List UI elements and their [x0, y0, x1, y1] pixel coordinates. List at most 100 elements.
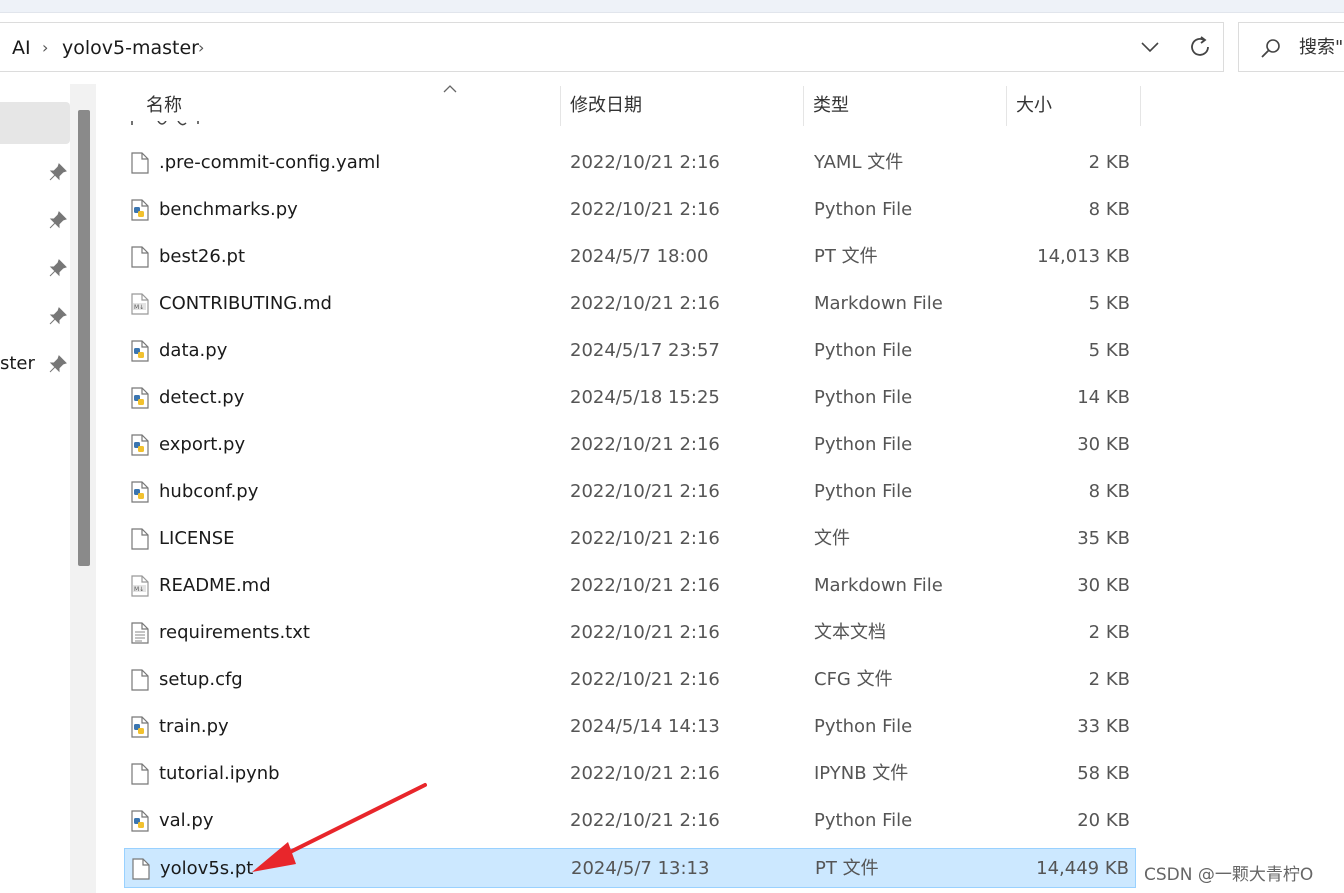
file-type: Python File [814, 481, 913, 502]
file-modified-date: 2024/5/18 15:25 [570, 387, 720, 408]
file-modified-date: 2022/10/21 2:16 [570, 199, 720, 220]
file-type: Python File [814, 434, 913, 455]
file-name: setup.cfg [159, 669, 243, 690]
sidebar-item-selected[interactable] [0, 102, 70, 144]
file-size: 30 KB [1077, 434, 1130, 455]
markdown-file-icon: M↓ [131, 293, 149, 315]
file-row[interactable]: data.py 2024/5/17 23:57 Python File 5 KB [124, 331, 1136, 371]
column-header-type[interactable]: 类型 [813, 94, 849, 118]
file-name: LICENSE [159, 528, 235, 549]
sidebar-scrollbar-thumb[interactable] [78, 110, 90, 566]
file-type: 文件 [814, 528, 850, 549]
file-size: 14,013 KB [1037, 246, 1130, 267]
file-row[interactable]: detect.py 2024/5/18 15:25 Python File 14 KB [124, 378, 1136, 418]
search-icon [1261, 39, 1280, 58]
file-size: 35 KB [1077, 528, 1130, 549]
file-row[interactable]: M↓ CONTRIBUTING.md 2022/10/21 2:16 Markdown… [124, 284, 1136, 324]
file-modified-date: 2022/10/21 2:16 [570, 575, 720, 596]
file-row[interactable]: benchmarks.py 2022/10/21 2:16 Python File 8… [124, 190, 1136, 230]
column-divider[interactable] [560, 86, 561, 126]
file-row[interactable]: requirements.txt 2022/10/21 2:16 文本文档 2 KB [124, 613, 1136, 653]
pin-icon[interactable] [48, 258, 68, 278]
file-modified-date: 2024/5/7 18:00 [570, 246, 709, 267]
file-size: 33 KB [1077, 716, 1130, 737]
blank-file-icon [131, 763, 149, 785]
python-file-icon [131, 481, 149, 503]
breadcrumb-expand-icon[interactable]: › [198, 36, 204, 60]
file-size: 8 KB [1088, 199, 1130, 220]
svg-text:M↓: M↓ [134, 586, 144, 593]
sidebar-item-label[interactable]: ster [0, 352, 35, 376]
file-size: 8 KB [1088, 481, 1130, 502]
python-file-icon [131, 387, 149, 409]
file-type: PT 文件 [815, 858, 879, 879]
file-size: 30 KB [1077, 575, 1130, 596]
file-row[interactable]: setup.cfg 2022/10/21 2:16 CFG 文件 2 KB [124, 660, 1136, 700]
file-modified-date: 2024/5/14 14:13 [570, 716, 720, 737]
breadcrumb-separator-icon[interactable]: › [42, 36, 48, 60]
file-row[interactable]: train.py 2024/5/14 14:13 Python File 33 KB [124, 707, 1136, 747]
file-name: requirements.txt [159, 622, 310, 643]
column-header-size[interactable]: 大小 [1016, 94, 1052, 118]
file-name: hubconf.py [159, 481, 259, 502]
file-size: 2 KB [1088, 622, 1130, 643]
pin-icon[interactable] [48, 306, 68, 326]
file-type: IPYNB 文件 [814, 763, 909, 784]
breadcrumb-item-yolov5-master[interactable]: yolov5-master [62, 36, 199, 60]
python-file-icon [131, 716, 149, 738]
column-header-name[interactable]: 名称 [146, 94, 182, 118]
address-bar[interactable]: AI › yolov5-master › [0, 22, 1224, 72]
search-input[interactable]: 搜索" [1238, 22, 1344, 72]
file-row[interactable]: LICENSE 2022/10/21 2:16 文件 35 KB [124, 519, 1136, 559]
python-file-icon [131, 199, 149, 221]
pin-icon[interactable] [48, 210, 68, 230]
file-row[interactable]: export.py 2022/10/21 2:16 Python File 30 KB [124, 425, 1136, 465]
search-placeholder: 搜索" [1299, 37, 1344, 58]
breadcrumb-item-ai[interactable]: AI [12, 36, 31, 60]
markdown-file-icon: M↓ [131, 575, 149, 597]
file-type: PT 文件 [814, 246, 878, 267]
file-modified-date: 2022/10/21 2:16 [570, 481, 720, 502]
file-name: benchmarks.py [159, 199, 298, 220]
file-type: CFG 文件 [814, 669, 893, 690]
file-modified-date: 2022/10/21 2:16 [570, 810, 720, 831]
column-divider[interactable] [1140, 86, 1141, 126]
file-modified-date: 2022/10/21 2:16 [570, 622, 720, 643]
file-row[interactable]: hubconf.py 2022/10/21 2:16 Python File 8 KB [124, 472, 1136, 512]
file-modified-date: 2022/10/21 2:16 [570, 152, 720, 173]
chevron-down-icon[interactable] [1138, 35, 1162, 59]
file-size: 58 KB [1077, 763, 1130, 784]
column-divider[interactable] [803, 86, 804, 126]
file-name: best26.pt [159, 246, 246, 267]
file-type: Markdown File [814, 293, 943, 314]
annotation-arrow [252, 783, 427, 872]
file-size: 14,449 KB [1036, 858, 1129, 879]
pin-icon[interactable] [48, 354, 68, 374]
file-type: Python File [814, 387, 913, 408]
file-name: README.md [159, 575, 271, 596]
file-name: train.py [159, 716, 229, 737]
file-type: Python File [814, 810, 913, 831]
file-row[interactable]: M↓ README.md 2022/10/21 2:16 Markdown File 3… [124, 566, 1136, 606]
python-file-icon [131, 810, 149, 832]
blank-file-icon [131, 152, 149, 174]
file-row[interactable]: best26.pt 2024/5/7 18:00 PT 文件 14,013 KB [124, 237, 1136, 277]
python-file-icon [131, 434, 149, 456]
file-name: detect.py [159, 387, 245, 408]
file-modified-date: 2024/5/17 23:57 [570, 340, 720, 361]
file-size: 14 KB [1077, 387, 1130, 408]
file-name: .pre-commit-config.yaml [159, 152, 381, 173]
column-divider[interactable] [1006, 86, 1007, 126]
sort-ascending-icon [443, 85, 457, 93]
pin-icon[interactable] [48, 162, 68, 182]
file-name: data.py [159, 340, 228, 361]
file-name: CONTRIBUTING.md [159, 293, 332, 314]
blank-file-icon [131, 669, 149, 691]
blank-file-icon [132, 858, 150, 880]
refresh-icon[interactable] [1186, 33, 1214, 61]
column-header-date[interactable]: 修改日期 [570, 94, 642, 118]
file-modified-date: 2022/10/21 2:16 [570, 528, 720, 549]
file-row[interactable]: .pre-commit-config.yaml 2022/10/21 2:16 YA… [124, 143, 1136, 183]
file-type: Python File [814, 716, 913, 737]
watermark: CSDN @一颗大青柠O [1144, 864, 1314, 886]
